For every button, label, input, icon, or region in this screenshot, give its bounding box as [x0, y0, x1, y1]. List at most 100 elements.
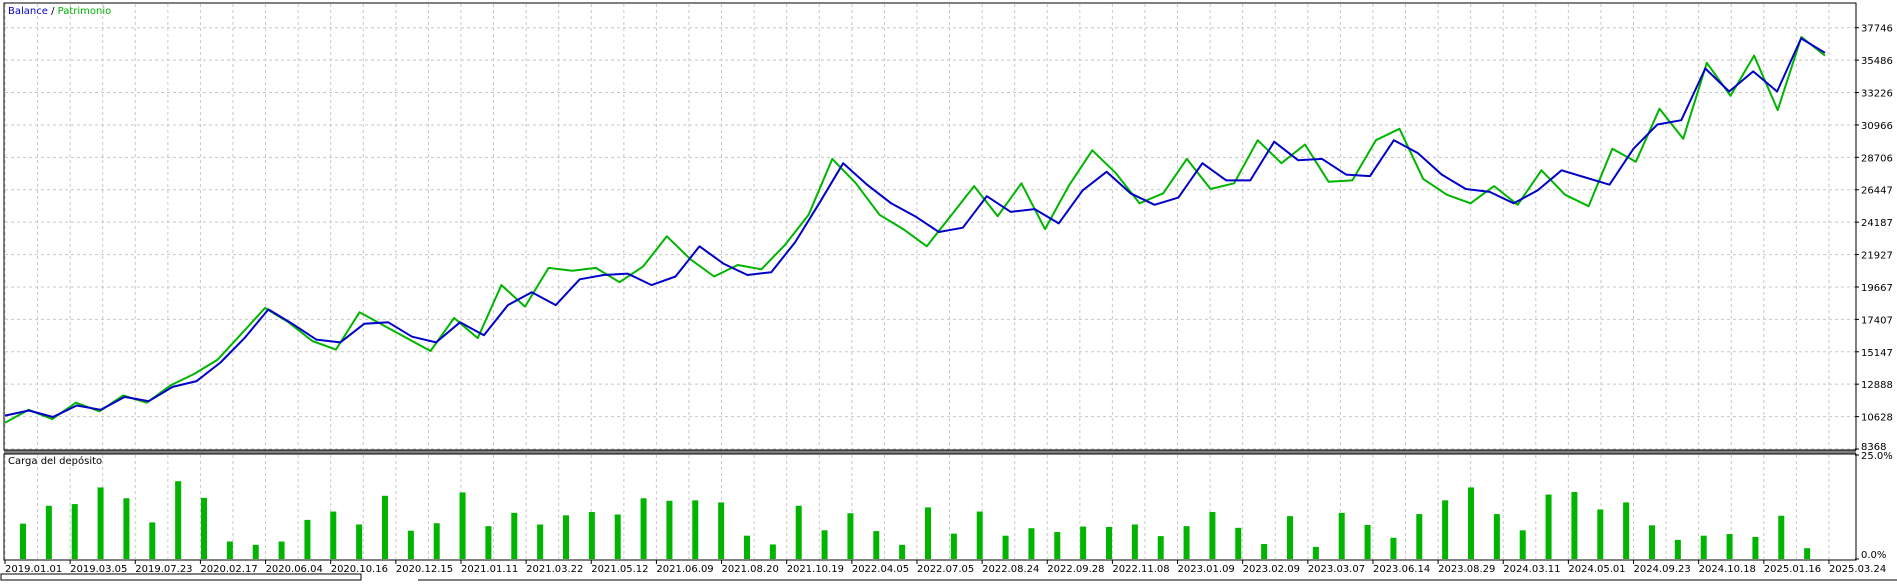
load-bar [1106, 526, 1112, 559]
load-bar [1338, 512, 1345, 559]
load-bar [330, 511, 337, 559]
load-bar [511, 512, 518, 559]
x-tick-label: 2022.09.28 [1047, 564, 1104, 575]
x-tick-label: 2020.12.15 [396, 564, 453, 575]
load-bar [1597, 509, 1604, 559]
load-bar [588, 511, 595, 559]
y-tick-label: 21927 [1861, 251, 1893, 262]
x-tick-label: 2023.06.14 [1373, 564, 1430, 575]
y-tick-label: 30966 [1861, 121, 1893, 132]
x-tick-label: 2022.07.05 [917, 564, 974, 575]
x-tick-label: 2020.02.17 [200, 564, 257, 575]
y-tick-label: 10628 [1861, 413, 1893, 424]
load-bar [1778, 515, 1785, 559]
load-y-tick-label: 0.0% [1861, 550, 1886, 561]
x-tick-label: 2023.03.07 [1308, 564, 1365, 575]
load-bar [433, 523, 440, 559]
x-tick-label: 2023.08.29 [1438, 564, 1495, 575]
load-bar [1157, 536, 1164, 559]
load-bar [1519, 530, 1526, 559]
x-tick-label: 2021.03.22 [526, 564, 583, 575]
load-bar [1287, 516, 1293, 559]
load-bar [692, 500, 699, 559]
load-bar [873, 531, 880, 559]
load-bar [666, 500, 673, 559]
load-bar [1080, 526, 1087, 559]
load-bar [382, 495, 388, 559]
load-bar [1442, 500, 1449, 559]
load-bar [1131, 524, 1138, 559]
load-bar [123, 498, 130, 559]
load-bar [614, 514, 621, 559]
load-bar [1700, 535, 1707, 559]
x-tick-label: 2024.05.01 [1568, 564, 1625, 575]
x-tick-label: 2021.10.19 [787, 564, 844, 575]
load-bar [149, 522, 156, 559]
y-tick-label: 28706 [1861, 153, 1893, 164]
load-bar [1804, 548, 1811, 559]
load-bar [563, 515, 569, 559]
y-tick-label: 19667 [1861, 283, 1893, 294]
legend-separator: / [48, 6, 58, 17]
y-tick-label: 12888 [1861, 380, 1893, 391]
y-tick-label: 35486 [1861, 56, 1893, 67]
load-bar [1674, 539, 1681, 559]
load-bar [1623, 502, 1630, 559]
load-bar [795, 505, 802, 559]
load-y-tick-label: 25.0% [1861, 451, 1893, 462]
y-tick-label: 33226 [1861, 89, 1893, 100]
load-bar [485, 526, 492, 559]
load-bar [1235, 527, 1242, 559]
legend-equity: Patrimonio [58, 6, 112, 17]
x-tick-label: 2022.04.05 [852, 564, 909, 575]
load-chart-title: Carga del depósito [8, 455, 102, 467]
x-tick-label: 2021.06.09 [656, 564, 713, 575]
x-tick-label: 2023.01.09 [1178, 564, 1235, 575]
x-tick-label: 2019.03.05 [70, 564, 127, 575]
load-bar [201, 497, 207, 559]
load-bar [278, 541, 285, 559]
load-bar [925, 507, 931, 559]
load-bar [356, 524, 363, 559]
load-bar [847, 513, 854, 559]
load-bar [459, 492, 466, 559]
x-tick-label: 2020.10.16 [331, 564, 388, 575]
load-bar [899, 544, 906, 559]
x-tick-label: 2021.01.11 [461, 564, 518, 575]
y-tick-label: 26447 [1861, 186, 1893, 197]
load-bar [950, 533, 957, 559]
load-bar [45, 505, 52, 559]
legend: Balance / Patrimonio [8, 6, 111, 17]
load-bar [71, 504, 78, 559]
load-bar [1261, 544, 1268, 559]
load-bar [1416, 514, 1423, 559]
load-bar [976, 511, 983, 559]
load-bar [252, 544, 259, 559]
load-bar [1493, 514, 1500, 559]
load-bar [821, 530, 828, 559]
load-bar [1209, 511, 1216, 559]
load-bar [769, 544, 776, 559]
load-bar [1468, 487, 1474, 559]
x-tick-label: 2024.03.11 [1503, 564, 1560, 575]
strategy-tester-graph: 37746 35486 33226 30966 28706 26447 24187 21927… [0, 0, 1897, 581]
load-bar [304, 519, 311, 559]
x-tick-label: 2024.10.18 [1699, 564, 1756, 575]
load-bar [744, 535, 750, 559]
load-bar [718, 502, 725, 559]
load-bar [537, 524, 544, 559]
load-bar [1028, 528, 1035, 559]
load-bar [1752, 536, 1759, 559]
x-tick-label: 2021.08.20 [722, 564, 779, 575]
load-bar [97, 487, 104, 559]
x-tick-label: 2025.03.24 [1829, 564, 1886, 575]
x-tick-label: 2022.11.08 [1112, 564, 1169, 575]
load-bar [407, 530, 414, 559]
load-bar [1649, 525, 1655, 559]
load-bar [175, 481, 182, 559]
load-bar [1312, 546, 1319, 559]
legend-balance: Balance [8, 6, 48, 17]
load-bar [640, 498, 647, 559]
load-bar [226, 541, 233, 559]
load-bar [1726, 534, 1733, 559]
